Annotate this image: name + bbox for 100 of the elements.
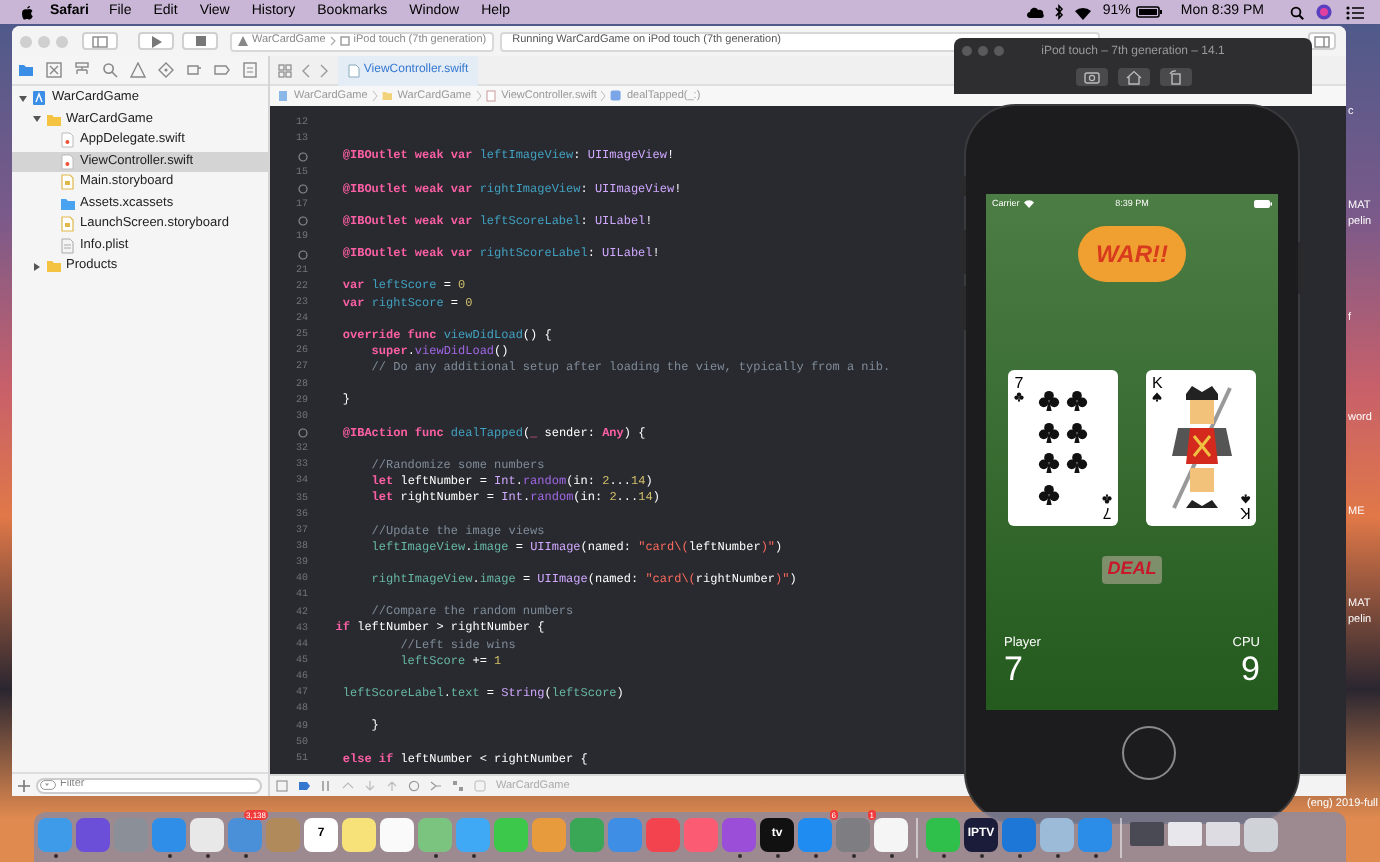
battery-icon	[1254, 200, 1272, 208]
plus-icon[interactable]	[18, 779, 30, 791]
outlet-connection-icon[interactable]	[298, 151, 308, 162]
cloud-icon[interactable]	[1026, 6, 1045, 18]
project-icon	[278, 90, 290, 102]
warning-icon[interactable]	[130, 62, 146, 78]
club-icon	[1037, 452, 1060, 475]
app-icon[interactable]	[1040, 817, 1074, 851]
spade-icon	[1239, 494, 1250, 504]
app-icon[interactable]	[926, 817, 960, 851]
app-icon[interactable]	[532, 817, 566, 851]
asset-catalog-icon	[60, 195, 76, 212]
camera-icon	[1083, 69, 1099, 85]
club-icon	[1037, 390, 1060, 412]
chevron-right-icon	[600, 90, 607, 102]
club-icon	[1066, 390, 1089, 412]
storyboard-file-icon	[60, 174, 76, 191]
app-icon[interactable]	[836, 817, 870, 851]
disclosure-right-icon[interactable]	[32, 261, 42, 272]
outlet-connection-icon[interactable]	[298, 428, 308, 439]
dock-separator	[916, 817, 918, 857]
diamond-icon[interactable]	[158, 62, 174, 78]
club-icon	[1014, 392, 1024, 402]
grid-icon[interactable]	[278, 63, 292, 77]
war-logo: WAR!!	[1078, 226, 1186, 282]
club-icon	[1066, 421, 1089, 444]
score-value: 9	[1241, 652, 1260, 689]
note-icon[interactable]	[242, 62, 258, 78]
back-icon[interactable]	[302, 63, 310, 77]
step-over-icon[interactable]	[342, 780, 354, 792]
folder-icon[interactable]	[18, 62, 34, 78]
card-rank: 7	[1014, 376, 1024, 392]
storyboard-file-icon	[60, 216, 76, 233]
stop-button[interactable]	[182, 32, 218, 50]
list-icon[interactable]	[1346, 5, 1364, 19]
club-icon	[1066, 452, 1089, 475]
bluetooth-icon[interactable]	[1054, 4, 1065, 20]
app-icon[interactable]	[1244, 817, 1278, 851]
app-icon[interactable]	[494, 817, 528, 851]
card-rank: K	[1152, 376, 1163, 392]
card-rank: 7	[1102, 504, 1112, 520]
folder-icon	[381, 90, 394, 102]
outlet-connection-icon[interactable]	[298, 184, 308, 195]
window-thumbnail[interactable]	[1206, 822, 1240, 846]
club-icon	[1037, 421, 1060, 444]
rotate-button[interactable]	[1159, 68, 1191, 86]
spade-icon	[1152, 392, 1163, 402]
step-in-icon[interactable]	[364, 780, 376, 792]
square-x-icon[interactable]	[46, 62, 62, 78]
chevron-right-icon	[329, 36, 336, 46]
club-icon	[1037, 483, 1060, 506]
play-icon	[151, 35, 161, 47]
hierarchy-icon[interactable]	[74, 62, 90, 78]
sidebar-icon	[92, 35, 108, 47]
club-icon	[1102, 494, 1112, 504]
app-icon[interactable]	[456, 817, 490, 851]
window-thumbnail[interactable]	[1168, 822, 1202, 846]
zoom-button[interactable]	[56, 35, 68, 47]
swift-file-icon	[60, 132, 76, 149]
wifi-icon[interactable]	[1074, 5, 1093, 19]
home-button[interactable]	[1122, 726, 1176, 780]
app-icon[interactable]	[874, 817, 908, 851]
app-icon[interactable]	[76, 817, 110, 851]
pause-icon[interactable]	[320, 780, 332, 792]
dock-separator	[1120, 817, 1122, 857]
window-thumbnail[interactable]	[1130, 822, 1164, 846]
app-icon[interactable]	[190, 817, 224, 851]
inspector-toggle-button[interactable]	[1308, 32, 1336, 50]
project-icon	[32, 90, 48, 107]
app-icon[interactable]	[342, 817, 376, 851]
app-icon[interactable]	[380, 817, 414, 851]
screenshot-button[interactable]	[1075, 68, 1107, 86]
swift-file-icon	[60, 153, 76, 170]
close-button[interactable]	[20, 35, 32, 47]
tag-icon[interactable]	[214, 62, 230, 78]
sidebar-toggle-button[interactable]	[82, 32, 118, 50]
outlet-connection-icon[interactable]	[298, 249, 308, 260]
plist-file-icon	[60, 237, 76, 254]
app-icon[interactable]	[1078, 817, 1112, 851]
chevron-right-icon	[475, 90, 482, 102]
run-button[interactable]	[138, 32, 174, 50]
score-value: 7	[1004, 652, 1023, 689]
step-out-icon[interactable]	[386, 780, 398, 792]
folder-icon	[46, 258, 62, 275]
king-figure-drawing	[1166, 384, 1238, 512]
battery-icon[interactable]	[1136, 6, 1163, 18]
app-icon[interactable]	[722, 817, 756, 851]
search-icon[interactable]	[1290, 5, 1304, 19]
app-icon[interactable]	[418, 817, 452, 851]
minimize-button[interactable]	[38, 35, 50, 47]
panel-icon	[1314, 35, 1330, 47]
stop-icon	[195, 36, 205, 46]
siri-icon[interactable]	[1316, 4, 1332, 20]
forward-icon[interactable]	[320, 63, 328, 77]
apple-logo-icon[interactable]	[20, 4, 34, 20]
home-button[interactable]	[1117, 68, 1149, 86]
breakpoint-icon[interactable]	[298, 780, 310, 792]
console-toggle-icon[interactable]	[276, 780, 288, 792]
chevron-right-icon	[371, 90, 378, 102]
outlet-connection-icon[interactable]	[298, 216, 308, 227]
